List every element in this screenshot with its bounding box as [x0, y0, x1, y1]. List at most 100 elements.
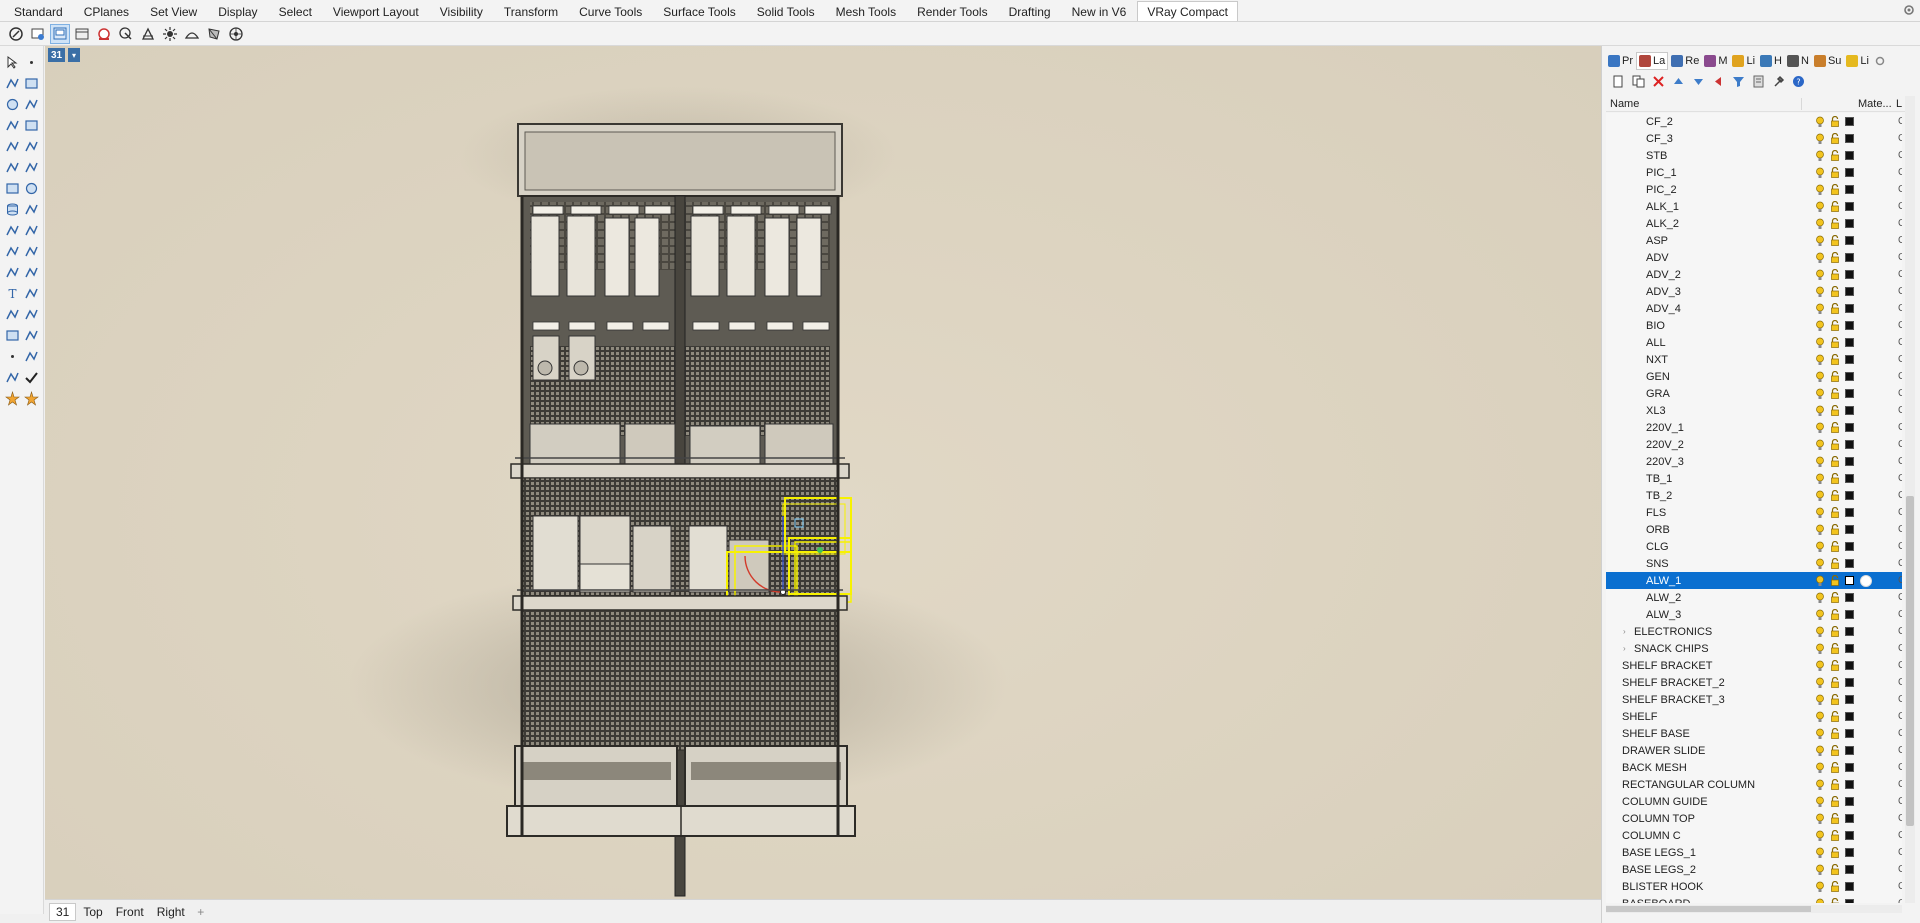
chamfer-icon[interactable] — [22, 263, 41, 282]
layer-row[interactable]: BACK MESH C — [1606, 759, 1902, 776]
layer-row[interactable]: BASE LEGS_1 C — [1606, 844, 1902, 861]
layer-linetype-cell[interactable]: C — [1898, 558, 1902, 570]
layer-color-swatch[interactable] — [1845, 151, 1854, 160]
panel-tab-m-3[interactable]: M — [1702, 52, 1729, 70]
box-icon[interactable] — [3, 179, 22, 198]
layer-visibility-bulb-icon[interactable] — [1815, 694, 1825, 706]
layer-visibility-bulb-icon[interactable] — [1815, 541, 1825, 553]
layer-color-swatch[interactable] — [1845, 406, 1854, 415]
layer-linetype-cell[interactable]: C — [1898, 218, 1902, 230]
layer-linetype-cell[interactable]: C — [1898, 286, 1902, 298]
layer-color-swatch[interactable] — [1845, 491, 1854, 500]
layer-color-swatch[interactable] — [1845, 780, 1854, 789]
boolean-union-icon[interactable] — [3, 221, 22, 240]
layer-color-swatch[interactable] — [1845, 457, 1854, 466]
layer-visibility-bulb-icon[interactable] — [1815, 286, 1825, 298]
layer-linetype-cell[interactable]: C — [1898, 133, 1902, 145]
layer-linetype-cell[interactable]: C — [1898, 762, 1902, 774]
layer-visibility-bulb-icon[interactable] — [1815, 269, 1825, 281]
viewport-tab-right[interactable]: Right — [151, 903, 191, 921]
layer-visibility-bulb-icon[interactable] — [1815, 609, 1825, 621]
layer-visibility-bulb-icon[interactable] — [1815, 898, 1825, 903]
layer-row[interactable]: ALW_1 C — [1606, 572, 1902, 589]
vray-light-icon[interactable] — [138, 24, 158, 44]
transform-rotate-icon[interactable] — [22, 242, 41, 261]
layer-list-scrollbar[interactable] — [1905, 96, 1915, 903]
layer-visibility-bulb-icon[interactable] — [1815, 677, 1825, 689]
new-sublayer-icon[interactable] — [1628, 72, 1648, 90]
layer-linetype-cell[interactable]: C — [1898, 167, 1902, 179]
layer-lock-icon[interactable] — [1830, 557, 1840, 569]
layer-color-swatch[interactable] — [1845, 542, 1854, 551]
layer-lock-icon[interactable] — [1830, 438, 1840, 450]
layer-linetype-cell[interactable]: C — [1898, 847, 1902, 859]
layer-visibility-bulb-icon[interactable] — [1815, 660, 1825, 672]
tab-new-in-v6[interactable]: New in V6 — [1062, 1, 1137, 21]
layer-lock-icon[interactable] — [1830, 217, 1840, 229]
tab-transform[interactable]: Transform — [494, 1, 568, 21]
cylinder-icon[interactable] — [3, 200, 22, 219]
layer-visibility-bulb-icon[interactable] — [1815, 524, 1825, 536]
panel-tab-su-7[interactable]: Su — [1812, 52, 1843, 70]
layer-color-swatch[interactable] — [1845, 661, 1854, 670]
polyline-icon[interactable] — [3, 74, 22, 93]
layer-linetype-cell[interactable]: C — [1898, 728, 1902, 740]
layer-lock-icon[interactable] — [1830, 353, 1840, 365]
layer-visibility-bulb-icon[interactable] — [1815, 252, 1825, 264]
layer-row[interactable]: RECTANGULAR COLUMN C — [1606, 776, 1902, 793]
layer-lock-icon[interactable] — [1830, 591, 1840, 603]
layer-linetype-cell[interactable]: C — [1898, 592, 1902, 604]
layer-row[interactable]: PIC_2 C — [1606, 181, 1902, 198]
layer-linetype-cell[interactable]: C — [1898, 371, 1902, 383]
layer-visibility-bulb-icon[interactable] — [1815, 796, 1825, 808]
layer-visibility-bulb-icon[interactable] — [1815, 337, 1825, 349]
layer-lock-icon[interactable] — [1830, 268, 1840, 280]
layer-row[interactable]: CF_3 C — [1606, 130, 1902, 147]
layer-row[interactable]: BIO C — [1606, 317, 1902, 334]
block-icon[interactable] — [3, 326, 22, 345]
layer-color-swatch[interactable] — [1845, 899, 1854, 903]
layer-lock-icon[interactable] — [1830, 489, 1840, 501]
layer-color-swatch[interactable] — [1845, 797, 1854, 806]
layer-visibility-bulb-icon[interactable] — [1815, 354, 1825, 366]
layer-visibility-bulb-icon[interactable] — [1815, 507, 1825, 519]
surface-tools-icon[interactable] — [22, 158, 41, 177]
polygon-icon[interactable] — [3, 137, 22, 156]
layer-linetype-cell[interactable]: C — [1898, 643, 1902, 655]
layer-visibility-bulb-icon[interactable] — [1815, 813, 1825, 825]
layer-linetype-cell[interactable]: C — [1898, 184, 1902, 196]
layer-linetype-cell[interactable]: C — [1898, 745, 1902, 757]
panel-tab-li-4[interactable]: Li — [1730, 52, 1757, 70]
analyze-icon[interactable] — [3, 368, 22, 387]
layer-row[interactable]: SNS C — [1606, 555, 1902, 572]
layer-row[interactable]: 220V_3 C — [1606, 453, 1902, 470]
select-arrow-icon[interactable] — [3, 53, 22, 72]
layer-lock-icon[interactable] — [1830, 829, 1840, 841]
layer-row[interactable]: ORB C — [1606, 521, 1902, 538]
layer-lock-icon[interactable] — [1830, 234, 1840, 246]
layer-row[interactable]: ADV_2 C — [1606, 266, 1902, 283]
layer-lock-icon[interactable] — [1830, 863, 1840, 875]
dimension-icon[interactable] — [22, 284, 41, 303]
tab-drafting[interactable]: Drafting — [999, 1, 1061, 21]
extrude-icon[interactable] — [22, 200, 41, 219]
layer-color-swatch[interactable] — [1845, 627, 1854, 636]
layer-lock-icon[interactable] — [1830, 693, 1840, 705]
layer-linetype-cell[interactable]: C — [1898, 507, 1902, 519]
layer-linetype-cell[interactable]: C — [1898, 116, 1902, 128]
layer-linetype-cell[interactable]: C — [1898, 473, 1902, 485]
layer-color-swatch[interactable] — [1845, 474, 1854, 483]
layer-linetype-cell[interactable]: C — [1898, 864, 1902, 876]
layer-visibility-bulb-icon[interactable] — [1815, 184, 1825, 196]
layer-color-swatch[interactable] — [1845, 525, 1854, 534]
tab-solid-tools[interactable]: Solid Tools — [747, 1, 825, 21]
layer-row[interactable]: ADV C — [1606, 249, 1902, 266]
layer-linetype-cell[interactable]: C — [1898, 150, 1902, 162]
expand-chevron-icon[interactable]: › — [1623, 644, 1626, 653]
layer-lock-icon[interactable] — [1830, 336, 1840, 348]
layer-color-swatch[interactable] — [1845, 644, 1854, 653]
layer-visibility-bulb-icon[interactable] — [1815, 728, 1825, 740]
layer-color-swatch[interactable] — [1845, 729, 1854, 738]
layer-color-swatch[interactable] — [1845, 270, 1854, 279]
layer-color-swatch[interactable] — [1845, 559, 1854, 568]
